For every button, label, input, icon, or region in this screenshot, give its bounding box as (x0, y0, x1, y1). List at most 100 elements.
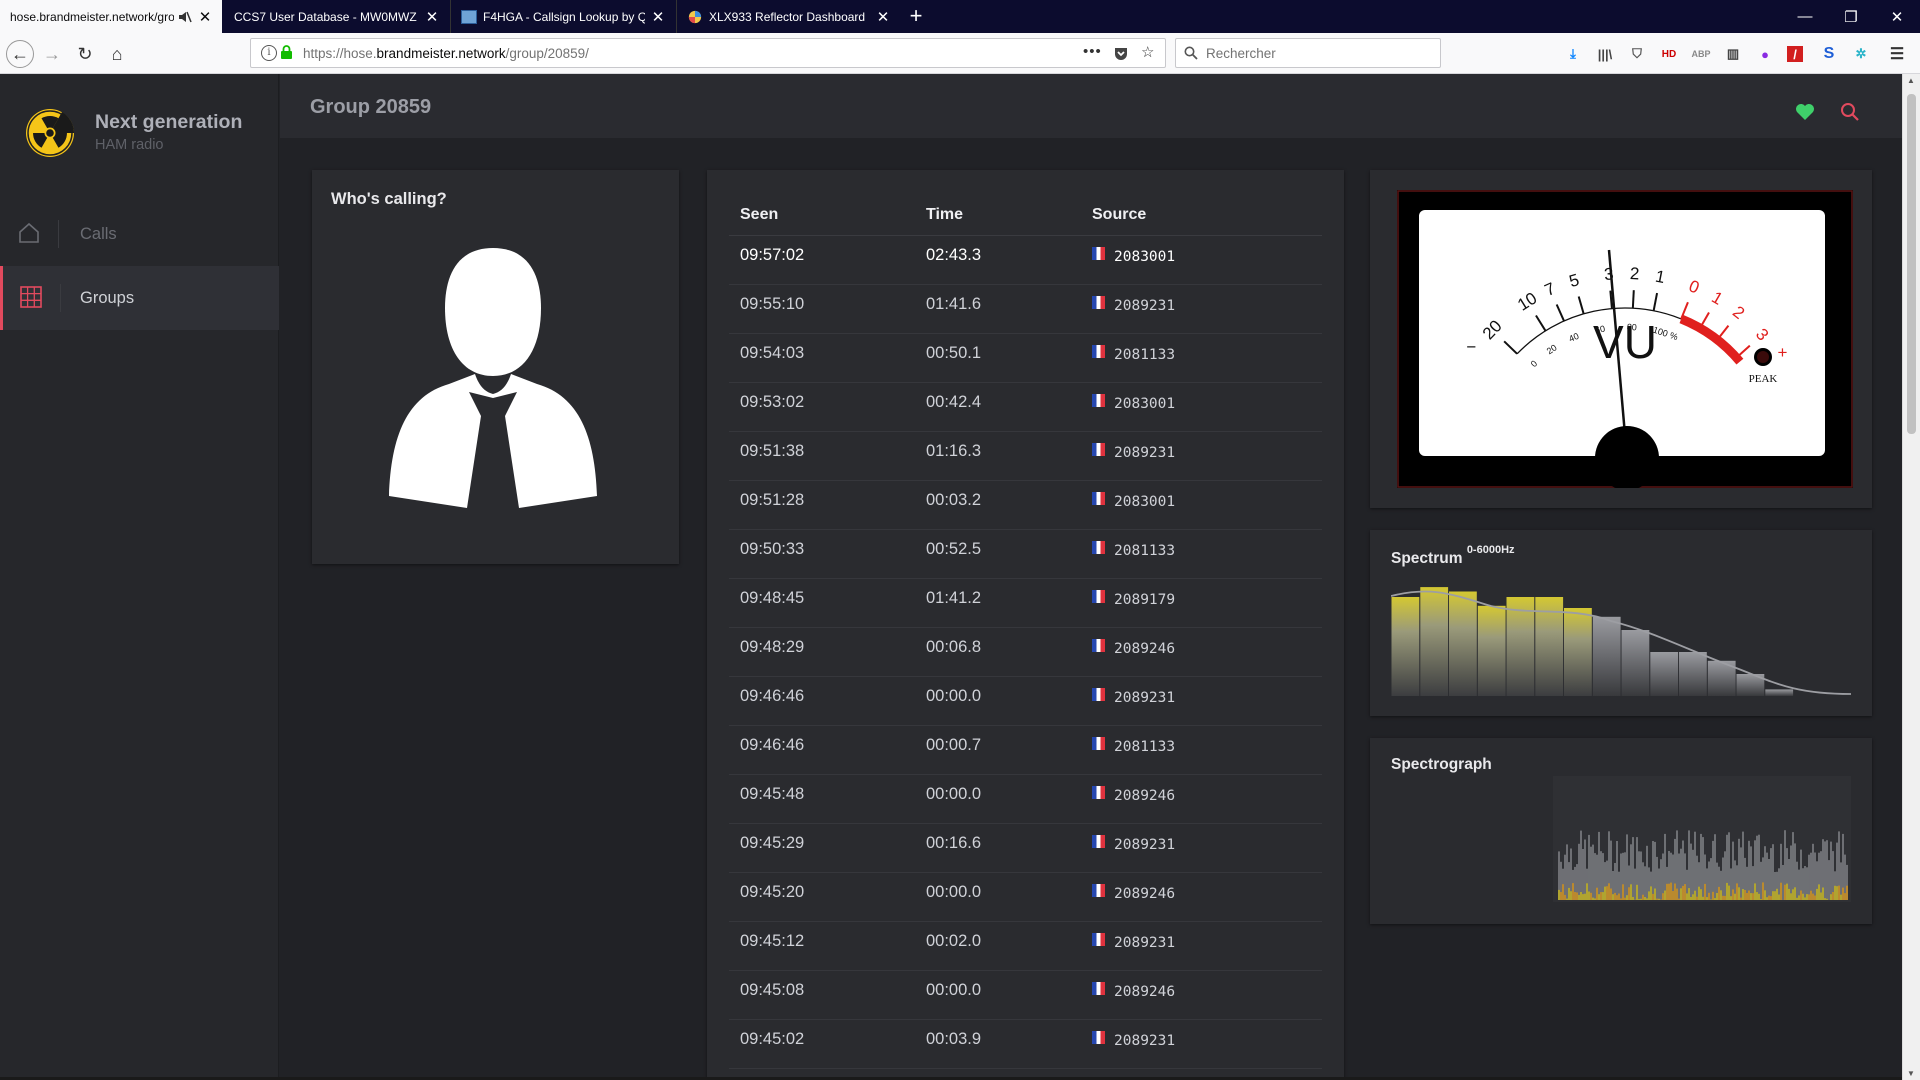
close-tab-icon[interactable]: ✕ (876, 8, 890, 26)
tab-brandmeister[interactable]: hose.brandmeister.network/gro ✕ (0, 0, 222, 33)
table-row[interactable]: 09:53:02 00:42.4 2083001 (729, 382, 1322, 432)
close-window-button[interactable]: ✕ (1874, 0, 1920, 33)
cell-seen: 09:50:33 (729, 529, 915, 579)
heart-icon[interactable] (1795, 103, 1815, 121)
table-row[interactable]: 09:46:46 00:00.7 2081133 (729, 725, 1322, 775)
home-button[interactable]: ⌂ (103, 40, 131, 68)
tab-ccs7[interactable]: CCS7 User Database - MW0MWZ A ✕ (224, 0, 449, 33)
back-button[interactable]: ← (6, 40, 34, 68)
cell-source[interactable]: 2089246 (1081, 970, 1322, 1020)
abp-extension-icon[interactable]: ABP (1691, 44, 1711, 64)
france-flag-icon (1092, 491, 1105, 505)
new-tab-button[interactable]: + (904, 4, 928, 28)
cell-seen: 09:55:10 (729, 284, 915, 334)
table-row[interactable]: 09:45:29 00:16.6 2089231 (729, 823, 1322, 873)
close-tab-icon[interactable]: ✕ (198, 8, 212, 26)
library-icon[interactable]: |||\ (1595, 44, 1615, 64)
page-scrollbar[interactable]: ▲ ▼ (1902, 74, 1920, 1080)
table-row[interactable]: 09:55:10 01:41.6 2089231 (729, 284, 1322, 334)
close-tab-icon[interactable]: ✕ (425, 8, 439, 26)
s-extension-icon[interactable]: S (1819, 44, 1839, 64)
cell-source[interactable]: 2089246 (1081, 627, 1322, 677)
calls-card: Seen Time Source 09:57:02 02:43.3 2083001 0… (707, 170, 1344, 1080)
menu-icon[interactable]: ☰ (1887, 44, 1907, 64)
cell-source[interactable]: 2083001 (1081, 382, 1322, 432)
cell-source[interactable]: 2089231 (1081, 1019, 1322, 1069)
table-row[interactable]: 09:45:12 00:02.0 2089231 (729, 921, 1322, 971)
france-flag-icon (1092, 883, 1105, 897)
tab-bar: hose.brandmeister.network/gro ✕ CCS7 Use… (0, 0, 1920, 33)
table-row[interactable]: 09:51:38 01:16.3 2089231 (729, 431, 1322, 481)
pocket-icon[interactable] (1113, 46, 1129, 62)
table-row[interactable]: 09:46:46 00:00.0 2089231 (729, 676, 1322, 726)
cell-source[interactable]: 2081133 (1081, 529, 1322, 579)
cell-source[interactable]: 2089231 (1081, 676, 1322, 726)
spectrum-title-text: Spectrum (1391, 550, 1463, 568)
restore-button[interactable]: ❐ (1828, 0, 1874, 33)
table-row[interactable]: 09:57:02 02:43.3 2083001 (729, 235, 1322, 285)
spectrum-bar (1621, 630, 1650, 696)
cell-source[interactable]: 2081133 (1081, 725, 1322, 775)
table-row[interactable]: 09:48:45 01:41.2 2089179 (729, 578, 1322, 628)
spectrum-bar (1679, 652, 1707, 696)
reload-button[interactable]: ↻ (71, 40, 99, 68)
url-bar[interactable]: i https://hose. brandmeister.network/grou… (250, 38, 1166, 68)
xlx-favicon-icon (688, 10, 702, 23)
tab-f4hga[interactable]: F4HGA - Callsign Lookup by QR ✕ (450, 0, 675, 33)
cell-source[interactable]: 2089246 (1081, 872, 1322, 922)
cell-source[interactable]: 2089231 (1081, 921, 1322, 971)
cell-source[interactable]: 2083001 (1081, 235, 1322, 285)
sidebar-item-calls[interactable]: Calls (0, 202, 279, 266)
bookmark-star-icon[interactable]: ☆ (1141, 43, 1154, 61)
search-icon[interactable] (1840, 102, 1860, 122)
table-row[interactable]: 09:45:48 00:00.0 2089246 (729, 774, 1322, 824)
scroll-down-icon[interactable]: ▼ (1907, 1069, 1915, 1078)
column-header-source[interactable]: Source (1081, 196, 1322, 236)
cell-time: 00:52.5 (915, 529, 1081, 579)
qrz-favicon-icon (461, 9, 477, 24)
table-row[interactable]: 09:50:33 00:52.5 2081133 (729, 529, 1322, 579)
tab-xlx933[interactable]: XLX933 Reflector Dashboard ✕ (676, 0, 900, 33)
spectrum-title: Spectrum 0-6000Hz (1391, 544, 1515, 568)
sidebar-item-groups[interactable]: Groups (0, 266, 279, 330)
forward-button[interactable]: → (38, 40, 66, 68)
cell-source[interactable]: 2089179 (1081, 578, 1322, 628)
cell-source[interactable]: 2089246 (1081, 774, 1322, 824)
spectrum-bar (1506, 597, 1535, 696)
table-row[interactable]: 09:48:29 00:06.8 2089246 (729, 627, 1322, 677)
cell-source[interactable]: 2089231 (1081, 823, 1322, 873)
close-tab-icon[interactable]: ✕ (651, 8, 665, 26)
table-row[interactable]: 09:45:02 00:03.9 2089231 (729, 1019, 1322, 1069)
cell-source[interactable]: 2089231 (1081, 431, 1322, 481)
mute-icon[interactable] (178, 10, 192, 24)
cell-seen: 09:45:29 (729, 823, 915, 873)
site-info-icon[interactable]: i (261, 45, 277, 61)
scrollbar-thumb[interactable] (1907, 94, 1916, 434)
table-row[interactable]: 09:45:20 00:00.0 2089246 (729, 872, 1322, 922)
cell-source[interactable]: 2083001 (1081, 480, 1322, 530)
sidebar-icon[interactable]: ▥ (1723, 44, 1743, 64)
colorful-extension-icon[interactable]: ● (1755, 44, 1775, 64)
column-header-seen[interactable]: Seen (729, 196, 915, 236)
france-flag-icon (1092, 295, 1105, 309)
table-row[interactable]: 09:45:08 00:00.0 2089246 (729, 970, 1322, 1020)
minimize-button[interactable]: — (1782, 0, 1828, 33)
cell-time: 00:03.9 (915, 1019, 1081, 1069)
cell-source[interactable]: 2081133 (1081, 333, 1322, 383)
calls-table: Seen Time Source 09:57:02 02:43.3 2083001 0… (729, 196, 1322, 1069)
search-bar[interactable]: Rechercher (1175, 38, 1441, 68)
scroll-up-icon[interactable]: ▲ (1907, 76, 1915, 85)
cell-time: 00:42.4 (915, 382, 1081, 432)
pdf-extension-icon[interactable]: / (1787, 46, 1803, 62)
table-row[interactable]: 09:54:03 00:50.1 2081133 (729, 333, 1322, 383)
hd-extension-icon[interactable]: HD (1659, 44, 1679, 64)
table-row[interactable]: 09:51:28 00:03.2 2083001 (729, 480, 1322, 530)
downloads-icon[interactable]: ⤓ (1563, 44, 1583, 64)
shield-extension-icon[interactable]: ⛉ (1627, 44, 1647, 64)
cell-seen: 09:51:28 (729, 480, 915, 530)
cell-source[interactable]: 2089231 (1081, 284, 1322, 334)
vu-label: VU (1593, 316, 1657, 368)
page-actions-icon[interactable]: ••• (1083, 43, 1102, 60)
gear-extension-icon[interactable]: ✲ (1851, 44, 1871, 64)
column-header-time[interactable]: Time (915, 196, 1081, 236)
